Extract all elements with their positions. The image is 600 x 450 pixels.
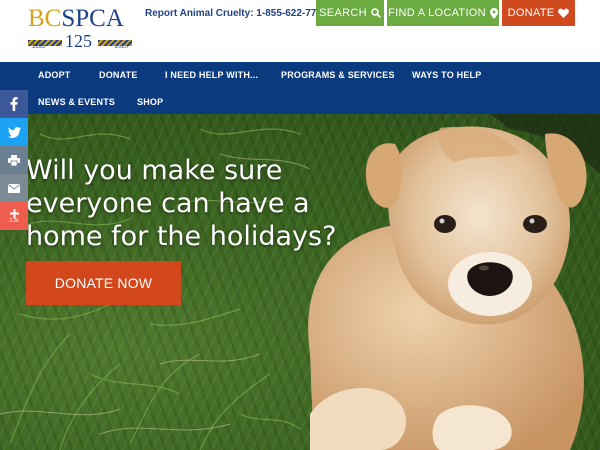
hero-headline: Will you make sure everyone can have a h… (26, 155, 337, 252)
anniversary-number: 125 (65, 31, 92, 51)
email-share-button[interactable] (0, 174, 28, 202)
nav-item-donate[interactable]: DONATE (99, 70, 138, 80)
nav-item-news-events[interactable]: NEWS & EVENTS (38, 97, 115, 107)
year-start: 1895 (32, 44, 46, 50)
twitter-icon (7, 126, 21, 138)
find-location-label: FIND A LOCATION (388, 7, 486, 19)
map-pin-icon (489, 7, 498, 19)
search-button[interactable]: SEARCH (316, 0, 384, 26)
donate-top-button[interactable]: DONATE (502, 0, 575, 26)
hero-banner: Will you make sure everyone can have a h… (0, 114, 600, 450)
nav-item-programs[interactable]: PROGRAMS & SERVICES (281, 70, 395, 80)
heart-icon (558, 8, 570, 18)
logo-wordmark: BCSPCA (28, 5, 124, 32)
share-count: 3.2k (9, 217, 19, 224)
twitter-share-button[interactable] (0, 118, 28, 146)
donate-now-button[interactable]: DONATE NOW (26, 261, 181, 305)
nav-item-help[interactable]: I NEED HELP WITH... (165, 70, 258, 80)
facebook-icon (10, 97, 18, 111)
email-icon (8, 183, 20, 193)
print-share-button[interactable] (0, 146, 28, 174)
more-share-button[interactable]: 3.2k (0, 202, 28, 230)
main-nav: ADOPT DONATE I NEED HELP WITH... PROGRAM… (0, 62, 600, 114)
report-cruelty-link[interactable]: Report Animal Cruelty: 1-855-622-7722 (145, 8, 327, 19)
donate-top-label: DONATE (507, 7, 555, 19)
plus-icon (9, 208, 19, 218)
site-header: BCSPCA 1895 125 2020 Report Animal Cruel… (0, 0, 600, 62)
nav-item-ways-to-help[interactable]: WAYS TO HELP (412, 70, 481, 80)
print-icon (8, 154, 20, 166)
nav-item-adopt[interactable]: ADOPT (38, 70, 71, 80)
facebook-share-button[interactable] (0, 90, 28, 118)
anniversary-badge: 1895 125 2020 (28, 31, 132, 53)
search-button-label: SEARCH (319, 7, 367, 19)
ribbon-right (98, 40, 132, 46)
nav-item-shop[interactable]: SHOP (137, 97, 163, 107)
search-icon (371, 8, 381, 18)
bcspca-logo[interactable]: BCSPCA 1895 125 2020 (28, 6, 134, 56)
find-location-button[interactable]: FIND A LOCATION (387, 0, 499, 26)
